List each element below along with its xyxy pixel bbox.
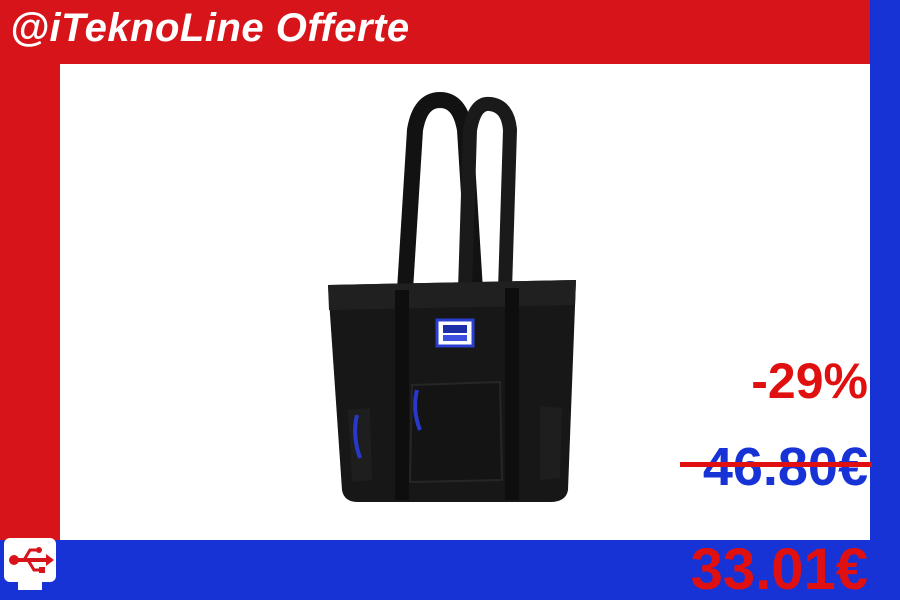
monitor-stand bbox=[18, 582, 42, 590]
old-price: 46.80€ bbox=[702, 437, 868, 497]
usb-monitor-icon bbox=[4, 538, 56, 582]
blue-frame-right bbox=[870, 0, 900, 600]
red-frame-left bbox=[0, 0, 60, 540]
new-price: 33.01€ bbox=[690, 537, 868, 602]
discount-badge: -29% bbox=[751, 353, 868, 409]
tote-bag-image bbox=[328, 91, 576, 502]
old-price-strikethrough bbox=[680, 462, 872, 467]
brand-title: @iTeknoLine Offerte bbox=[10, 6, 410, 50]
